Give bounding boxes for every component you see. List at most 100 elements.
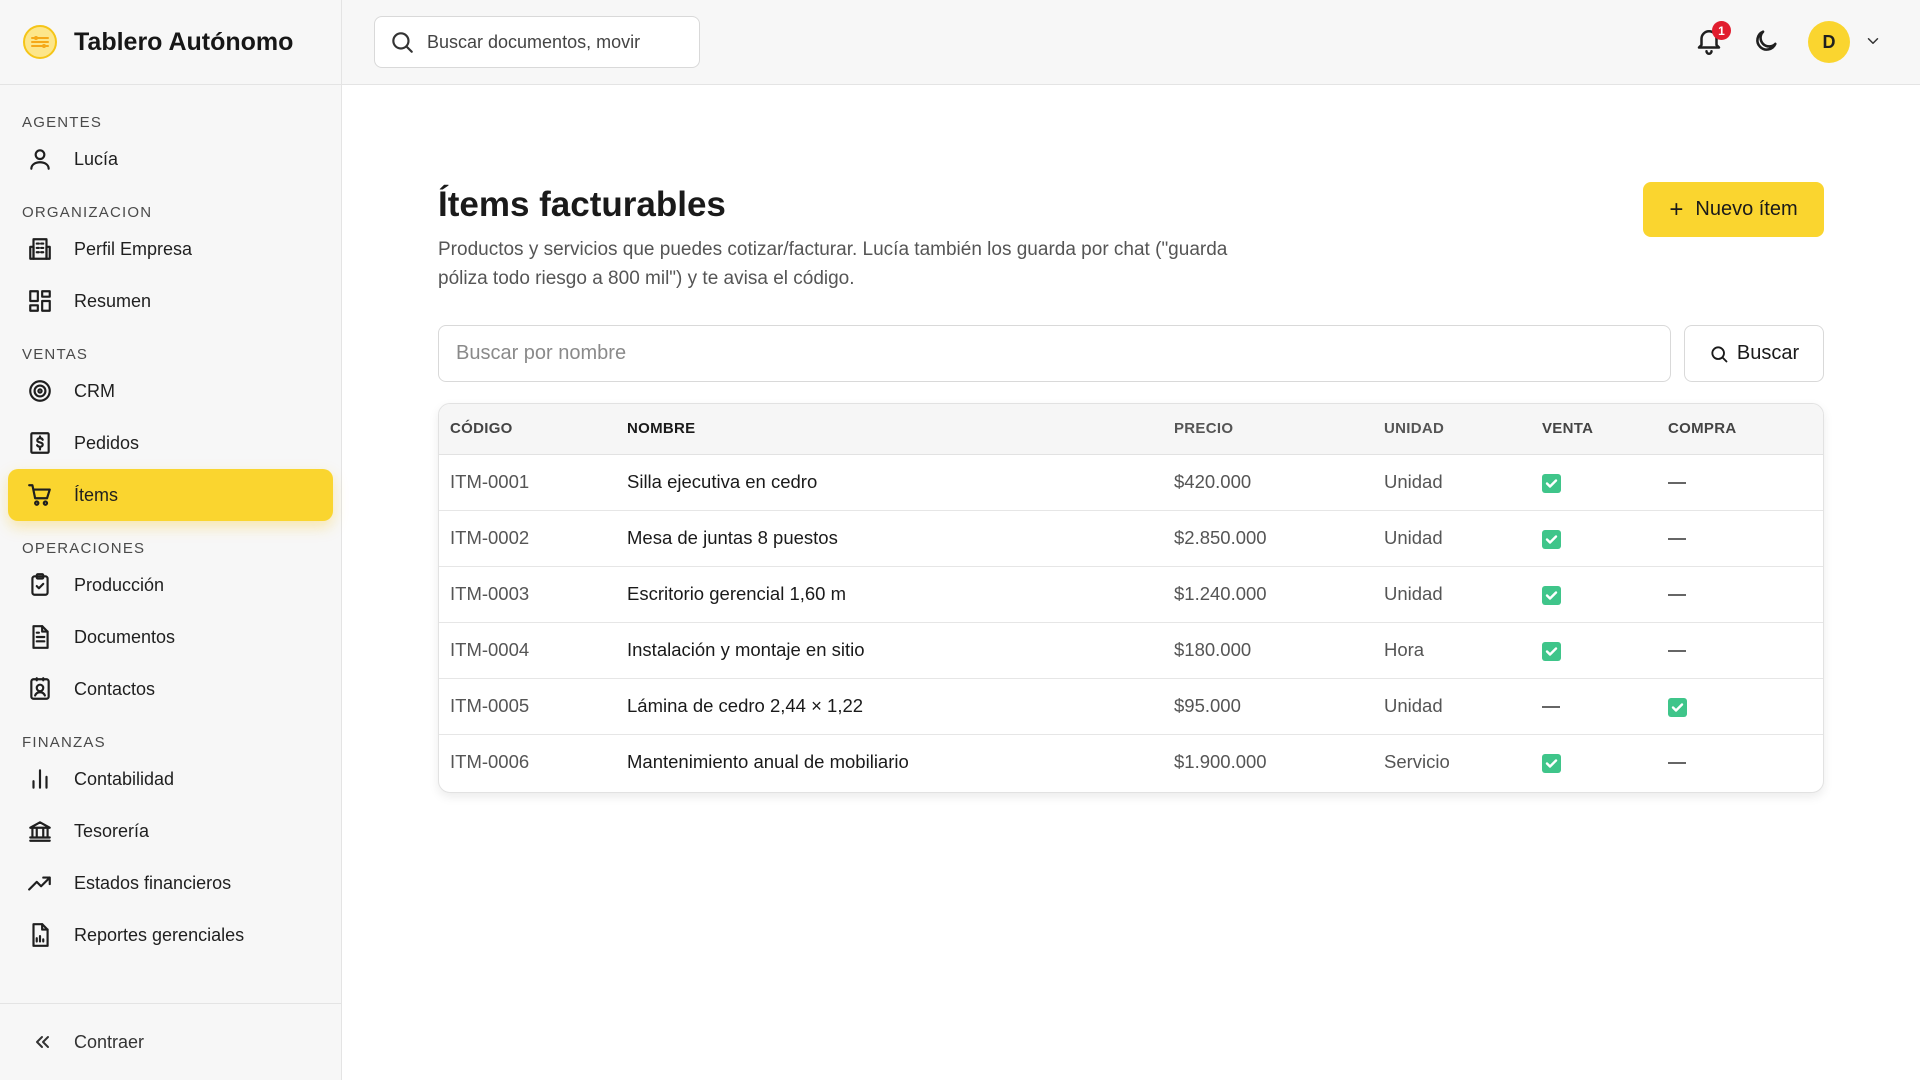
sidebar-item-label: CRM	[74, 380, 115, 401]
sidebar-item-lucia[interactable]: Lucía	[8, 133, 333, 185]
table-row[interactable]: ITM-0002 Mesa de juntas 8 puestos $2.850…	[439, 510, 1823, 567]
sidebar-item-documentos[interactable]: Documentos	[8, 611, 333, 663]
sidebar-item-label: Producción	[74, 574, 165, 595]
dash-icon	[1668, 762, 1686, 765]
avatar[interactable]: D	[1808, 21, 1850, 63]
collapse-sidebar-button[interactable]: Contraer	[0, 1003, 341, 1080]
plus-icon: +	[1669, 195, 1684, 223]
dash-icon	[1668, 650, 1686, 653]
sidebar-item-reportes-gerenciales[interactable]: Reportes gerenciales	[8, 909, 333, 961]
section-label-organizacion: ORGANIZACION	[22, 204, 153, 221]
table-row[interactable]: ITM-0005 Lámina de cedro 2,44 × 1,22 $95…	[439, 678, 1823, 735]
sidebar-item-label: Pedidos	[74, 432, 140, 453]
user-icon	[26, 145, 54, 173]
sidebar-item-contabilidad[interactable]: Contabilidad	[8, 753, 333, 805]
sidebar-item-label: Contabilidad	[74, 768, 175, 789]
search-button[interactable]: Buscar	[1684, 325, 1824, 382]
table-row[interactable]: ITM-0001 Silla ejecutiva en cedro $420.0…	[439, 454, 1823, 511]
check-icon	[1668, 697, 1687, 717]
new-item-label: Nuevo ítem	[1695, 198, 1798, 220]
trending-up-icon	[26, 869, 54, 897]
column-header-unidad[interactable]: UNIDAD	[1384, 404, 1542, 455]
cell-unit: Unidad	[1384, 678, 1542, 735]
cell-venta	[1542, 678, 1668, 735]
collapse-label: Contraer	[74, 1031, 145, 1052]
sidebar-item-produccion[interactable]: Producción	[8, 559, 333, 611]
cell-price: $95.000	[1174, 678, 1384, 735]
sidebar-item-pedidos[interactable]: Pedidos	[8, 417, 333, 469]
cell-price: $180.000	[1174, 622, 1384, 679]
chevron-down-icon	[1867, 38, 1879, 44]
cart-icon	[26, 481, 54, 509]
cell-compra	[1668, 566, 1823, 623]
name-filter-input[interactable]	[438, 325, 1671, 382]
cell-name: Escritorio gerencial 1,60 m	[627, 566, 1174, 623]
table-row[interactable]: ITM-0004 Instalación y montaje en sitio …	[439, 622, 1823, 679]
sidebar-item-label: Ítems	[74, 484, 119, 505]
sidebar-item-label: Resumen	[74, 290, 152, 311]
sidebar-item-tesoreria[interactable]: Tesorería	[8, 805, 333, 857]
sidebar-item-contactos[interactable]: Contactos	[8, 663, 333, 715]
table-row[interactable]: ITM-0006 Mantenimiento anual de mobiliar…	[439, 734, 1823, 790]
new-item-button[interactable]: + Nuevo ítem	[1643, 182, 1824, 237]
sidebar-item-label: Estados financieros	[74, 872, 232, 893]
cell-code: ITM-0002	[439, 510, 627, 567]
cell-compra	[1668, 734, 1823, 790]
dash-icon	[1542, 706, 1560, 709]
cell-name: Instalación y montaje en sitio	[627, 622, 1174, 679]
dash-icon	[1668, 594, 1686, 597]
column-header-venta[interactable]: VENTA	[1542, 404, 1668, 455]
contact-icon	[26, 675, 54, 703]
bar-chart-icon	[26, 765, 54, 793]
items-table-card: CÓDIGO NOMBRE PRECIO UNIDAD VENTA COMPRA…	[438, 403, 1824, 793]
building-icon	[26, 235, 54, 263]
search-icon	[392, 32, 413, 53]
moon-icon	[1756, 30, 1777, 51]
sidebar-item-perfil-empresa[interactable]: Perfil Empresa	[8, 223, 333, 275]
cell-price: $1.900.000	[1174, 751, 1267, 773]
cell-compra	[1668, 678, 1823, 735]
cell-compra	[1668, 510, 1823, 567]
theme-toggle-button[interactable]	[1752, 27, 1782, 57]
check-icon	[1542, 529, 1561, 549]
column-header-precio[interactable]: PRECIO	[1174, 404, 1384, 455]
brand[interactable]: Tablero Autónomo	[0, 0, 341, 85]
cell-name: Lámina de cedro 2,44 × 1,22	[627, 678, 1174, 735]
check-icon	[1542, 641, 1561, 661]
main-content: Ítems facturables Productos y servicios …	[342, 85, 1920, 1080]
cell-price: $2.850.000	[1174, 510, 1384, 567]
table-row[interactable]: ITM-0003 Escritorio gerencial 1,60 m $1.…	[439, 566, 1823, 623]
app-title: Tablero Autónomo	[74, 27, 294, 56]
cell-name: Mantenimiento anual de mobiliario	[627, 751, 909, 773]
global-search[interactable]	[374, 16, 700, 68]
cell-venta	[1542, 734, 1668, 790]
notification-badge: 1	[1712, 21, 1731, 40]
global-search-input[interactable]	[427, 31, 667, 53]
user-menu-button[interactable]	[1864, 32, 1884, 52]
sidebar-item-label: Perfil Empresa	[74, 238, 193, 259]
sidebar-item-label: Tesorería	[74, 820, 150, 841]
report-icon	[26, 921, 54, 949]
section-label-ventas: VENTAS	[22, 346, 89, 363]
column-header-nombre[interactable]: NOMBRE	[627, 404, 1174, 455]
sidebar-item-items[interactable]: Ítems	[8, 469, 333, 521]
cell-venta	[1542, 510, 1668, 567]
section-label-finanzas: FINANZAS	[22, 734, 106, 751]
cell-venta	[1542, 454, 1668, 511]
items-table: CÓDIGO NOMBRE PRECIO UNIDAD VENTA COMPRA…	[439, 404, 1823, 790]
column-header-codigo[interactable]: CÓDIGO	[439, 404, 627, 455]
cell-code: ITM-0005	[439, 678, 627, 735]
check-icon	[1542, 473, 1561, 493]
sidebar-item-estados-financieros[interactable]: Estados financieros	[8, 857, 333, 909]
cell-code: ITM-0001	[439, 454, 627, 511]
column-header-compra[interactable]: COMPRA	[1668, 404, 1823, 455]
sidebar: Tablero Autónomo AGENTES Lucía ORGANIZAC…	[0, 0, 342, 1080]
brand-logo-icon	[23, 25, 57, 59]
section-label-operaciones: OPERACIONES	[22, 540, 146, 557]
sidebar-item-crm[interactable]: CRM	[8, 365, 333, 417]
cell-name: Silla ejecutiva en cedro	[627, 454, 1174, 511]
table-header-row: CÓDIGO NOMBRE PRECIO UNIDAD VENTA COMPRA	[439, 404, 1823, 455]
cell-unit: Unidad	[1384, 454, 1542, 511]
cell-code: ITM-0003	[439, 566, 627, 623]
sidebar-item-resumen[interactable]: Resumen	[8, 275, 333, 327]
